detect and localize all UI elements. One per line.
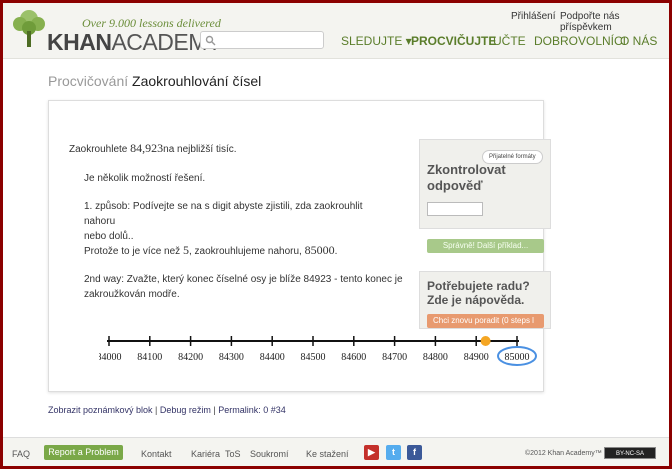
nav-coach[interactable]: UČTE [493,34,526,48]
search-input[interactable] [200,31,324,49]
question-prompt: Zaokrouhlete 84,923na nejbližší tisíc. [69,141,237,155]
debug-mode-link[interactable]: Debug režim [160,405,211,415]
facebook-icon[interactable]: f [407,445,422,460]
youtube-icon[interactable]: ▶ [364,445,379,460]
site-footer: FAQ Report a Problem Kontakt Kariéra ToS… [3,437,669,466]
hint-intro: Je několik možností řešení. [84,173,206,184]
breadcrumb-practice[interactable]: Procvičování [48,73,128,89]
hint-because: Protože to je více než 5, zaokrouhlujeme… [84,243,338,257]
number-line-tick-label: 84400 [260,352,285,363]
number-line-tick-label: 84700 [382,352,407,363]
site-header: Over 9.000 lessons delivered KHANACADEMY… [3,3,669,59]
nav-watch[interactable]: SLEDUJTE ▾ [341,34,412,48]
report-problem-button[interactable]: Report a Problem [44,445,123,460]
hint-box: Potřebujete radu? Zde je nápověda. Chci z… [419,271,551,329]
footer-contact[interactable]: Kontakt [141,449,172,459]
number-line-tick-label: 84300 [219,352,244,363]
page-title: Procvičování Zaokrouhlování čísel [48,73,261,89]
hint-box-title: Potřebujete radu? Zde je nápověda. [427,279,530,307]
nav-volunteer[interactable]: DOBROVOLNÍCI [534,34,626,48]
donate-link[interactable]: Podpořte nás příspěvkem [560,11,669,33]
hint-method-2: 2nd way: Zvažte, který konec číselné osy… [84,274,403,300]
number-line: 84000 84100 84200 84300 84400 84500 84600 84700… [99,336,537,366]
permalink-link[interactable]: Permalink: 0 #34 [218,405,286,415]
footer-privacy[interactable]: Soukromí [250,449,289,459]
number-line-tick-label: 84100 [137,352,162,363]
cc-license-badge[interactable]: BY-NC-SA [604,447,656,459]
debug-links: Zobrazit poznámkový blok | Debug režim |… [48,405,286,415]
show-scratchpad-link[interactable]: Zobrazit poznámkový blok [48,405,153,415]
footer-tos[interactable]: ToS [225,449,241,459]
number-line-tick-label: 85000 [505,352,530,363]
hint-method-1: 1. způsob: Podívejte se na s digit abyst… [84,201,363,242]
answer-box: Přijatelné formáty Zkontrolovat odpověď S… [419,139,551,253]
number-line-tick-label: 84900 [464,352,489,363]
number-line-tick-label: 84800 [423,352,448,363]
nav-about[interactable]: O NÁS [620,34,657,48]
khan-academy-logo[interactable]: KHANACADEMY [47,29,222,56]
answer-box-title: Zkontrolovat odpověď [427,162,506,193]
browser-viewport: Over 9.000 lessons delivered KHANACADEMY… [3,3,669,466]
footer-downloads[interactable]: Ke stažení [306,449,349,459]
search-icon [205,35,216,46]
number-line-tick-label: 84000 [99,352,122,363]
login-link[interactable]: Přihlášení [511,11,555,22]
number-line-tick-label: 84500 [301,352,326,363]
check-answer-button[interactable]: Správně! Další příklad... [427,239,544,253]
tree-logo-icon [13,10,45,47]
answer-input[interactable] [427,202,483,216]
number-line-tick-label: 84200 [178,352,203,363]
hint-button[interactable]: Chci znovu poradit (0 steps l [427,314,544,328]
footer-faq[interactable]: FAQ [12,449,30,459]
exercise-title: Zaokrouhlování čísel [132,73,262,89]
number-line-tick-label: 84600 [341,352,366,363]
copyright: ©2012 Khan Academy™ [525,450,602,457]
nav-practice[interactable]: PROCVIČUJTE [411,34,496,48]
footer-careers[interactable]: Kariéra [191,449,220,459]
number-line-marker [480,336,491,346]
exercise-panel: Zaokrouhlete 84,923na nejbližší tisíc. J… [48,100,551,392]
twitter-icon[interactable]: t [386,445,401,460]
